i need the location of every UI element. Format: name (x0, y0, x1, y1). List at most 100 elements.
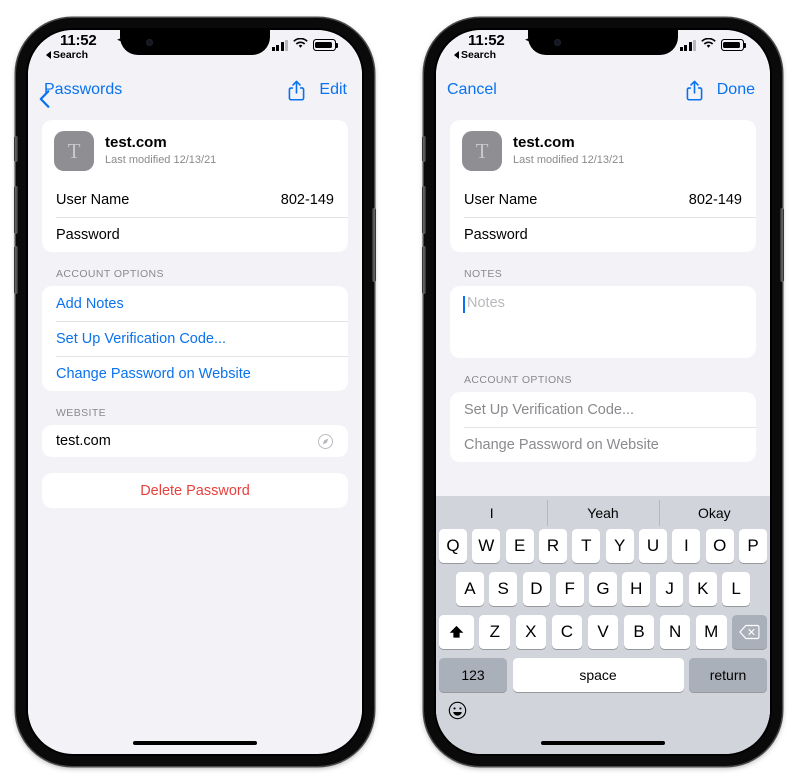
username-value: 802-149 (688, 191, 742, 208)
key-v[interactable]: V (587, 615, 619, 649)
right-nav-bar: Cancel Done (436, 72, 770, 108)
left-phone-screen: 11:52 Search Passwords Edit T test.com L… (28, 30, 362, 754)
edit-button[interactable]: Edit (319, 81, 347, 99)
shift-up-arrow-icon[interactable] (438, 615, 474, 649)
backspace-delete-icon[interactable] (732, 615, 768, 649)
right-phone-device: 11:52 Search Cancel Done T test.com Last… (422, 18, 784, 766)
key-x[interactable]: X (515, 615, 547, 649)
key-y[interactable]: Y (605, 529, 634, 563)
return-key[interactable]: return (689, 658, 767, 692)
front-camera-icon (554, 39, 561, 46)
back-to-passwords-button[interactable]: Passwords (39, 81, 122, 108)
key-i[interactable]: I (672, 529, 701, 563)
key-q[interactable]: Q (439, 529, 467, 563)
key-u[interactable]: U (639, 529, 667, 563)
right-content: T test.com Last modified 12/13/21 User N… (436, 108, 770, 496)
last-modified: Last modified 12/13/21 (513, 153, 625, 166)
right-account-options-group: Set Up Verification Code... Change Passw… (450, 392, 756, 462)
account-header-text: test.com Last modified 12/13/21 (513, 134, 624, 168)
silent-switch[interactable] (422, 136, 426, 162)
add-notes-label: Add Notes (56, 295, 124, 312)
onscreen-keyboard: I Yeah Okay Q W E R T Y U I O P A S D F … (436, 496, 770, 732)
username-row[interactable]: User Name 802-149 (450, 182, 756, 217)
key-k[interactable]: K (688, 572, 717, 606)
key-z[interactable]: Z (479, 615, 511, 649)
key-r[interactable]: R (539, 529, 567, 563)
home-indicator[interactable] (28, 732, 362, 754)
volume-up-button[interactable] (14, 186, 18, 234)
status-indicators (679, 36, 747, 54)
volume-down-button[interactable] (14, 246, 18, 294)
right-phone-screen: 11:52 Search Cancel Done T test.com Last… (436, 30, 770, 754)
share-icon[interactable] (288, 80, 305, 101)
power-button[interactable] (372, 208, 376, 282)
space-key[interactable]: space (512, 658, 684, 692)
key-g[interactable]: G (589, 572, 617, 606)
key-m[interactable]: M (695, 615, 727, 649)
key-t[interactable]: T (572, 529, 601, 563)
keyboard-footer (436, 692, 770, 732)
notes-input[interactable]: Notes (450, 286, 756, 358)
share-icon[interactable] (686, 80, 703, 101)
key-o[interactable]: O (705, 529, 734, 563)
password-label: Password (464, 226, 528, 243)
prediction-0[interactable]: I (436, 505, 547, 521)
key-b[interactable]: B (623, 615, 655, 649)
password-row[interactable]: Password (42, 217, 348, 252)
account-options-header: ACCOUNT OPTIONS (56, 268, 164, 280)
verification-code-label: Set Up Verification Code... (464, 401, 635, 418)
key-e[interactable]: E (505, 529, 534, 563)
status-back-to-search[interactable]: Search (454, 49, 496, 61)
keyboard-row-3: Z X C V B N M (436, 615, 770, 649)
key-j[interactable]: J (655, 572, 684, 606)
key-c[interactable]: C (551, 615, 583, 649)
set-up-verification-code-button[interactable]: Set Up Verification Code... (450, 392, 756, 427)
done-button[interactable]: Done (717, 81, 755, 99)
set-up-verification-code-button[interactable]: Set Up Verification Code... (42, 321, 348, 356)
left-phone-bezel: 11:52 Search Passwords Edit T test.com L… (26, 28, 364, 756)
volume-up-button[interactable] (422, 186, 426, 234)
notes-placeholder: Notes (463, 295, 742, 313)
site-icon: T (54, 131, 94, 171)
left-website-group: test.com (42, 425, 348, 457)
status-back-to-search[interactable]: Search (46, 49, 88, 61)
password-row[interactable]: Password (450, 217, 756, 252)
key-f[interactable]: F (555, 572, 584, 606)
change-password-on-website-button[interactable]: Change Password on Website (450, 427, 756, 462)
add-notes-button[interactable]: Add Notes (42, 286, 348, 321)
right-nav-actions: Done (686, 80, 755, 101)
key-a[interactable]: A (455, 572, 484, 606)
change-password-on-website-button[interactable]: Change Password on Website (42, 356, 348, 391)
cancel-label: Cancel (447, 81, 497, 98)
key-d[interactable]: D (522, 572, 551, 606)
delete-password-button[interactable]: Delete Password (42, 473, 348, 508)
smiley-face-icon[interactable] (448, 701, 467, 723)
password-label: Password (56, 226, 120, 243)
signal-bars-icon (679, 39, 696, 51)
username-row[interactable]: User Name 802-149 (42, 182, 348, 217)
back-triangle-icon (46, 51, 51, 59)
key-p[interactable]: P (739, 529, 767, 563)
key-w[interactable]: W (472, 529, 501, 563)
website-header: WEBSITE (56, 407, 107, 419)
username-label: User Name (464, 191, 538, 208)
safari-compass-icon[interactable] (317, 433, 334, 450)
power-button[interactable] (780, 208, 784, 282)
key-h[interactable]: H (622, 572, 651, 606)
key-s[interactable]: S (489, 572, 518, 606)
home-indicator[interactable] (436, 732, 770, 754)
numbers-key[interactable]: 123 (439, 658, 507, 692)
wifi-icon (701, 36, 716, 54)
username-value: 802-149 (280, 191, 334, 208)
wifi-icon (293, 36, 308, 54)
predictive-text-bar: I Yeah Okay (436, 496, 770, 529)
key-n[interactable]: N (659, 615, 691, 649)
key-l[interactable]: L (722, 572, 751, 606)
cancel-button[interactable]: Cancel (447, 81, 497, 99)
silent-switch[interactable] (14, 136, 18, 162)
prediction-1[interactable]: Yeah (547, 499, 658, 526)
prediction-2[interactable]: Okay (658, 499, 770, 526)
volume-down-button[interactable] (422, 246, 426, 294)
left-delete-group: Delete Password (42, 473, 348, 508)
website-row[interactable]: test.com (42, 425, 348, 457)
